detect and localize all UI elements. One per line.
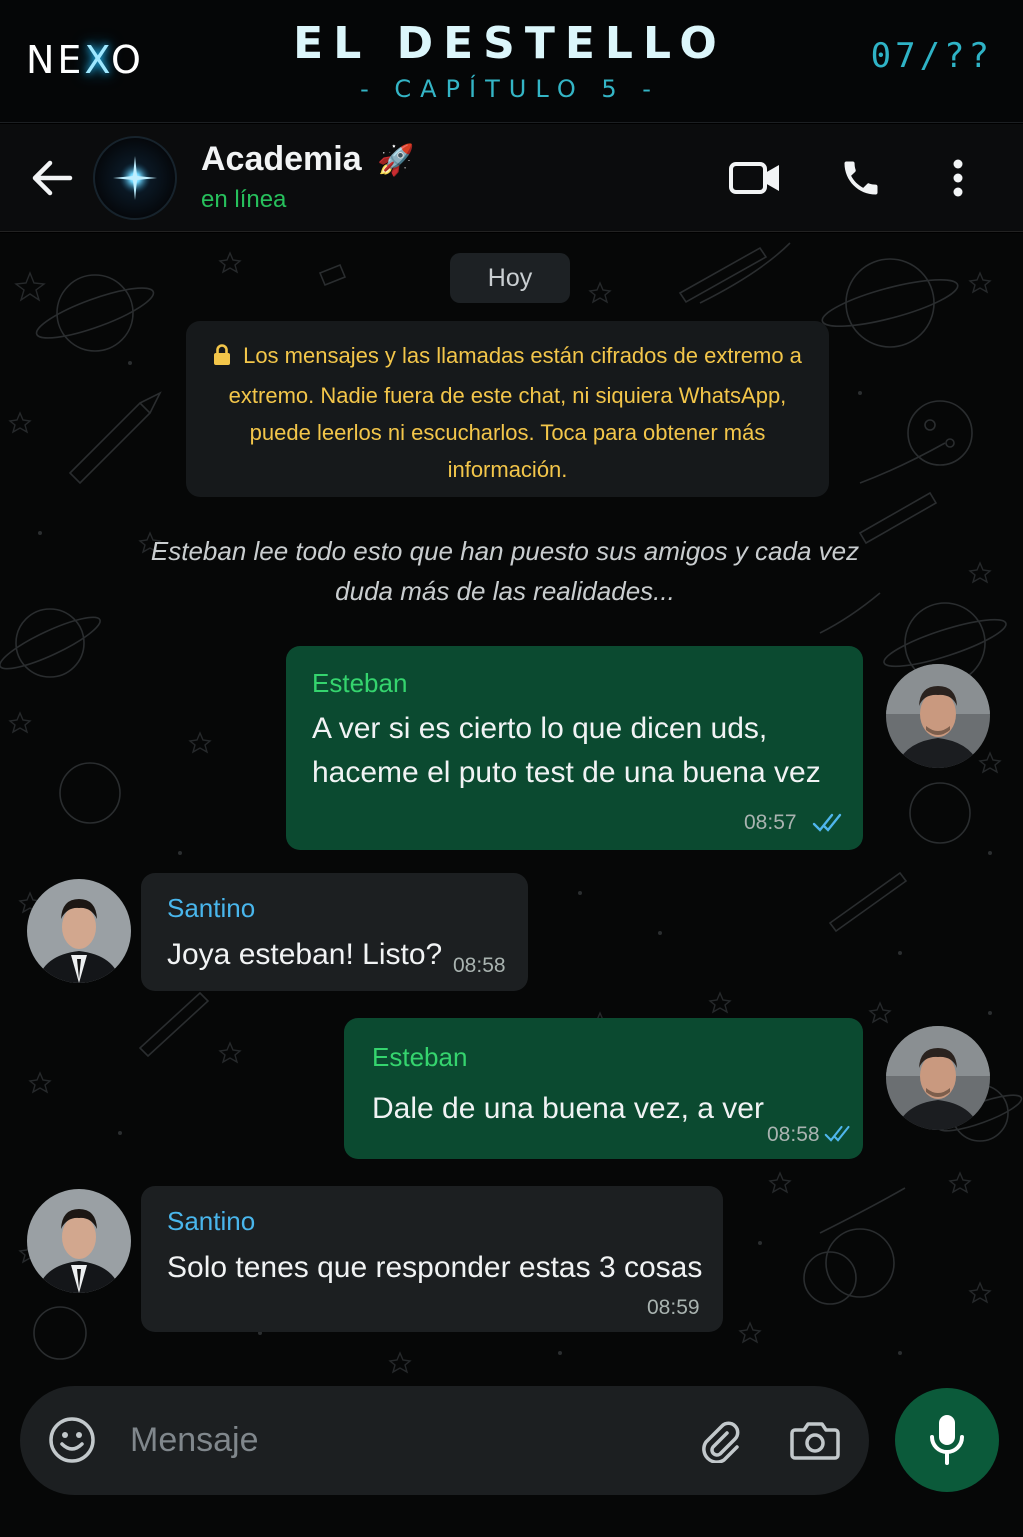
video-call-icon[interactable] (728, 154, 782, 202)
message-bubble-outgoing[interactable]: Esteban Dale de una buena vez, a ver 08:… (344, 1018, 863, 1159)
message-text-line: Joya esteban! Listo? (167, 938, 443, 971)
message-time: 08:59 (647, 1296, 700, 1319)
message-text-line: A ver si es cierto lo que dicen uds, (312, 712, 768, 745)
nexo-logo: NEXO (26, 36, 144, 84)
rocket-emoji: 🚀 (377, 143, 415, 178)
message-composer (20, 1386, 869, 1495)
group-name-text: Academia (201, 140, 362, 178)
chapter-subtitle: - CAPÍTULO 5 - (360, 75, 660, 103)
message-text-line: Dale de una buena vez, a ver (372, 1092, 764, 1125)
message-sender: Esteban (372, 1042, 468, 1072)
lock-icon (213, 340, 231, 377)
message-time: 08:58 (453, 954, 506, 977)
story-title: EL DESTELLO (293, 18, 727, 69)
message-text-line: Solo tenes que responder estas 3 cosas (167, 1251, 703, 1284)
message-sender: Esteban (312, 668, 408, 698)
microphone-icon (930, 1415, 964, 1465)
attach-icon[interactable] (695, 1415, 745, 1465)
encryption-notice[interactable]: Los mensajes y las llamadas están cifrad… (186, 321, 829, 497)
message-input[interactable] (130, 1410, 670, 1470)
message-sender: Santino (167, 893, 256, 923)
emoji-icon[interactable] (47, 1415, 97, 1465)
message-text-line: haceme el puto test de una buena vez (312, 756, 821, 789)
back-arrow-icon[interactable] (30, 158, 74, 198)
message-bubble-outgoing[interactable]: Esteban A ver si es cierto lo que dicen … (286, 646, 863, 850)
title-block: EL DESTELLO - CAPÍTULO 5 - (260, 18, 760, 103)
camera-icon[interactable] (789, 1415, 841, 1465)
group-avatar[interactable] (93, 136, 177, 220)
comic-banner: NEXO EL DESTELLO - CAPÍTULO 5 - 07/?? (0, 0, 1023, 123)
read-ticks-icon (812, 813, 842, 832)
avatar-esteban[interactable] (886, 664, 990, 768)
message-time: 08:57 (744, 811, 797, 834)
more-options-icon[interactable] (946, 154, 970, 202)
microphone-button[interactable] (895, 1388, 999, 1492)
sparkle-icon (113, 156, 157, 200)
message-bubble-incoming[interactable]: Santino Joya esteban! Listo? 08:58 (141, 873, 528, 991)
logo-text: NEXO (26, 38, 144, 82)
online-status: en línea (201, 186, 287, 213)
group-name[interactable]: Academia 🚀 (201, 140, 414, 179)
message-sender: Santino (167, 1206, 256, 1236)
date-chip: Hoy (450, 253, 570, 303)
message-bubble-incoming[interactable]: Santino Solo tenes que responder estas 3… (141, 1186, 723, 1332)
narration-caption: Esteban lee todo esto que han puesto sus… (150, 536, 860, 606)
avatar-santino[interactable] (27, 1189, 131, 1293)
encryption-notice-text: Los mensajes y las llamadas están cifrad… (228, 343, 802, 482)
read-ticks-icon (824, 1125, 850, 1142)
voice-call-icon[interactable] (838, 154, 884, 202)
message-time: 08:58 (767, 1123, 820, 1146)
chat-header: Academia 🚀 en línea (0, 124, 1023, 232)
page-counter: 07/?? (870, 36, 993, 76)
avatar-santino[interactable] (27, 879, 131, 983)
chat-area[interactable]: Hoy Los mensajes y las llamadas están ci… (0, 233, 1023, 1537)
avatar-esteban[interactable] (886, 1026, 990, 1130)
